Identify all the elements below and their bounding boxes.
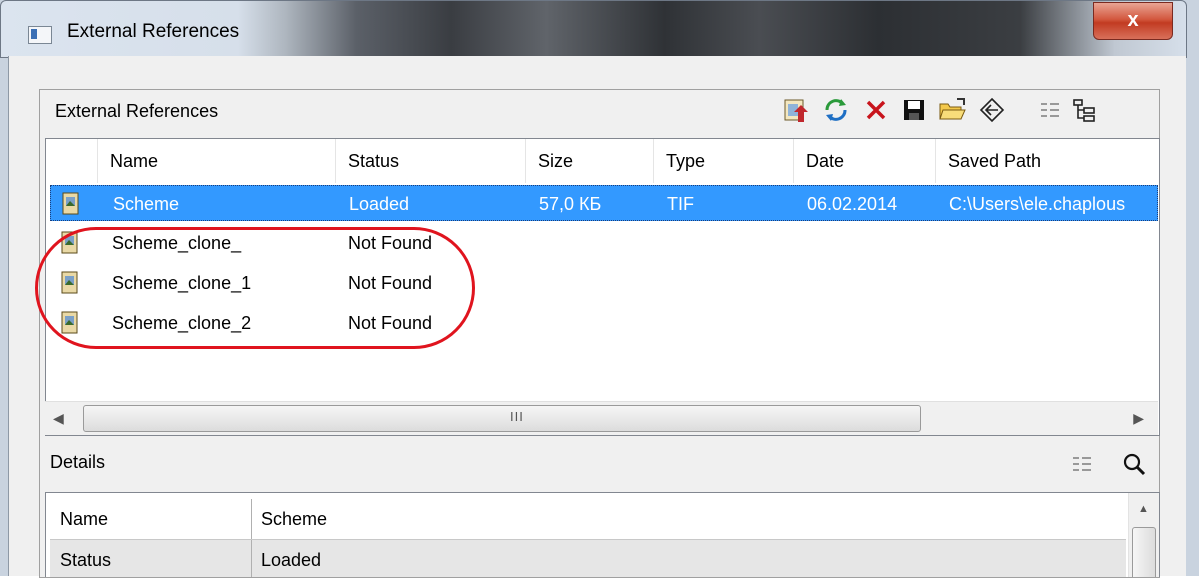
detach-icon[interactable] [860, 94, 892, 126]
cell-name: Scheme_clone_2 [112, 313, 252, 333]
cell-date: 06.02.2014 [807, 194, 898, 214]
cell-size: 57,0 КБ [539, 194, 602, 214]
image-file-icon [62, 192, 79, 215]
horizontal-scrollbar[interactable]: ◀ III ▶ [45, 401, 1158, 435]
details-row-status: Status Loaded [50, 540, 1126, 577]
details-title: Details [50, 452, 106, 472]
column-header-type[interactable]: Type [654, 139, 794, 183]
column-header-status[interactable]: Status [336, 139, 526, 183]
reference-row-scheme[interactable]: Scheme Loaded 57,0 КБ TIF 06.02.2014 C:\… [50, 185, 1158, 221]
external-references-window: External References x External Reference… [0, 0, 1199, 578]
list-view-icon[interactable] [1034, 94, 1066, 126]
cell-status: Not Found [348, 313, 433, 333]
reference-row-scheme-clone[interactable]: Scheme_clone_ Not Found [50, 225, 1158, 261]
window-title: External References [67, 21, 240, 42]
refresh-icon[interactable] [820, 94, 852, 126]
cell-status: Not Found [348, 233, 433, 253]
cell-status: Loaded [349, 194, 410, 214]
scrollbar-grip: III [510, 409, 524, 424]
references-list[interactable]: Name Status Size Type Date Saved Path Sc… [45, 138, 1160, 436]
folder-open-icon[interactable] [936, 94, 968, 126]
reference-row-scheme-clone-1[interactable]: Scheme_clone_1 Not Found [50, 265, 1158, 301]
details-value: Scheme [261, 509, 328, 529]
details-value: Loaded [261, 550, 322, 570]
column-header-icon [46, 139, 98, 183]
cell-saved-path: C:\Users\ele.chaplous [949, 194, 1126, 214]
image-file-icon [61, 311, 78, 334]
zoom-icon[interactable] [1118, 448, 1150, 480]
details-key: Name [50, 499, 252, 539]
column-header-size[interactable]: Size [526, 139, 654, 183]
image-file-icon [61, 271, 78, 294]
details-table[interactable]: Name Scheme Status Loaded ▲ [45, 492, 1160, 577]
app-icon [28, 26, 52, 44]
scroll-right-arrow-icon[interactable]: ▶ [1133, 410, 1144, 427]
details-key: Status [50, 540, 252, 577]
column-header-name[interactable]: Name [98, 139, 336, 183]
tree-view-icon[interactable] [1068, 94, 1100, 126]
attach-image-icon[interactable] [780, 94, 812, 126]
column-header-date[interactable]: Date [794, 139, 936, 183]
vertical-scrollbar-thumb[interactable] [1132, 527, 1156, 577]
scrollbar-thumb[interactable]: III [83, 405, 921, 432]
details-row-name: Name Scheme [50, 499, 1126, 540]
scroll-left-arrow-icon[interactable]: ◀ [53, 410, 64, 427]
details-header [45, 446, 1158, 482]
close-button[interactable]: x [1093, 2, 1173, 40]
reference-row-scheme-clone-2[interactable]: Scheme_clone_2 Not Found [50, 305, 1158, 341]
save-icon[interactable] [898, 94, 930, 126]
panel-title: External References [55, 101, 219, 121]
cell-name: Scheme [113, 194, 180, 214]
cell-name: Scheme_clone_ [112, 233, 242, 253]
path-icon[interactable] [976, 94, 1008, 126]
cell-type: TIF [667, 194, 694, 214]
column-header-saved-path[interactable]: Saved Path [936, 139, 1159, 183]
details-list-view-icon[interactable] [1066, 448, 1098, 480]
title-bar[interactable]: External References x [0, 0, 1187, 58]
image-file-icon [61, 231, 78, 254]
cell-status: Not Found [348, 273, 433, 293]
scroll-up-arrow-icon[interactable]: ▲ [1138, 503, 1149, 515]
cell-name: Scheme_clone_1 [112, 273, 252, 293]
vertical-scrollbar[interactable]: ▲ [1128, 493, 1159, 577]
